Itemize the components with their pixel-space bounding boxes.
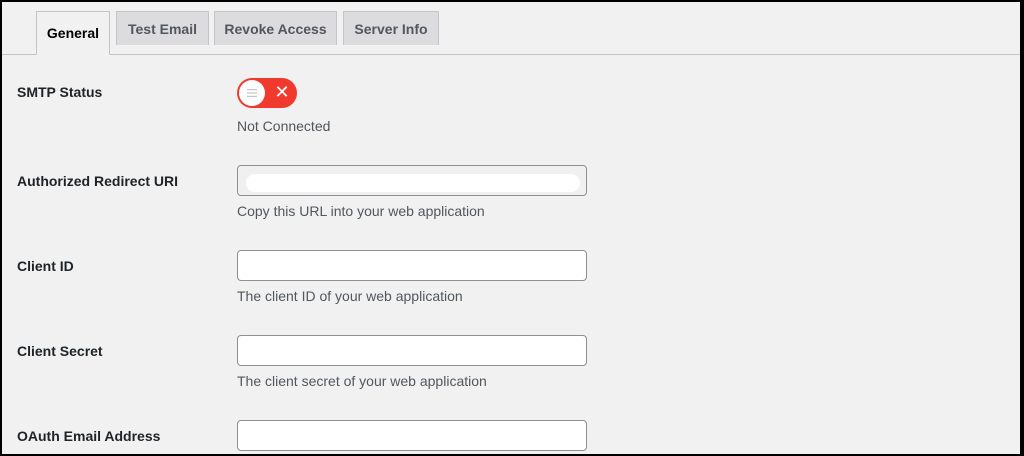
oauth-email-field[interactable] xyxy=(237,420,587,451)
tab-label: Server Info xyxy=(354,20,428,37)
smtp-status-label: SMTP Status xyxy=(17,84,103,100)
redirect-uri-description: Copy this URL into your web application xyxy=(237,203,485,219)
redacted-uri-value xyxy=(246,174,580,192)
client-id-field[interactable] xyxy=(237,250,587,281)
client-secret-field[interactable] xyxy=(237,335,587,366)
toggle-knob xyxy=(239,80,265,106)
client-secret-description: The client secret of your web applicatio… xyxy=(237,373,487,389)
tab-general[interactable]: General xyxy=(36,11,110,55)
smtp-status-toggle[interactable]: ✕ xyxy=(237,78,297,108)
client-secret-label: Client Secret xyxy=(17,343,103,359)
redirect-uri-label: Authorized Redirect URI xyxy=(17,173,179,189)
menu-lines-icon xyxy=(247,89,257,97)
tab-label: General xyxy=(46,25,100,41)
tab-server-info[interactable]: Server Info xyxy=(343,11,439,45)
smtp-status-text: Not Connected xyxy=(237,118,331,134)
tab-test-email[interactable]: Test Email xyxy=(116,11,209,45)
settings-panel: General Test Email Revoke Access Server … xyxy=(2,2,1020,454)
client-id-description: The client ID of your web application xyxy=(237,288,463,304)
tab-revoke-access[interactable]: Revoke Access xyxy=(214,11,337,45)
oauth-email-label: OAuth Email Address xyxy=(17,428,161,444)
tab-label: Revoke Access xyxy=(224,20,327,37)
client-id-label: Client ID xyxy=(17,258,74,274)
close-icon: ✕ xyxy=(274,82,290,103)
tab-label: Test Email xyxy=(128,20,197,37)
tab-bar: General Test Email Revoke Access Server … xyxy=(2,2,1020,55)
